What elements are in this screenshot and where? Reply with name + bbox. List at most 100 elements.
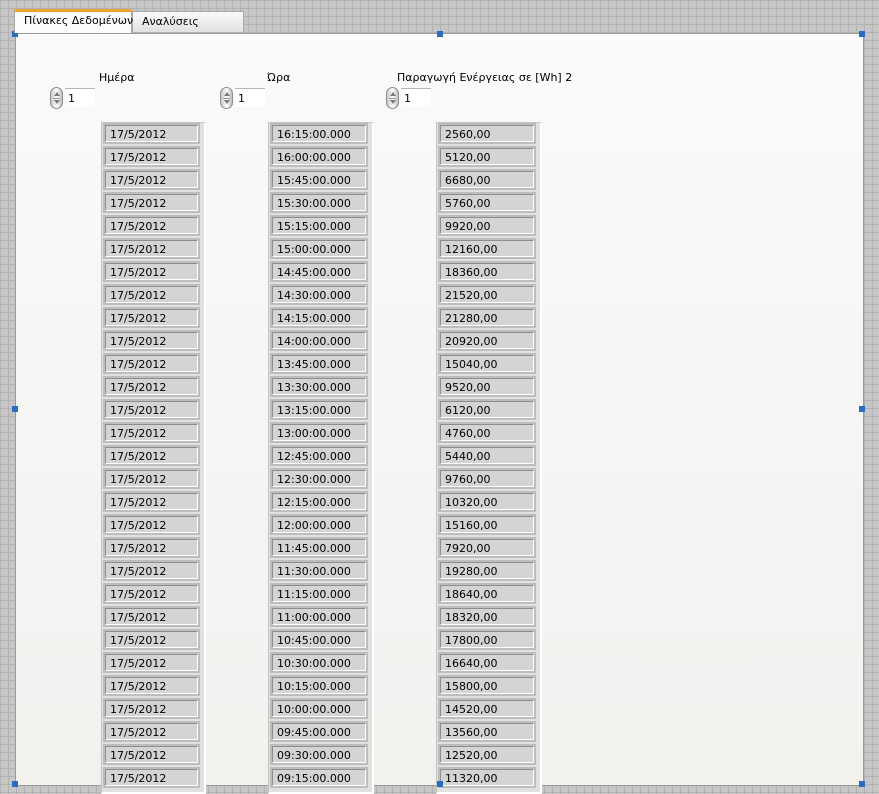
array-cell[interactable]: 14:30:00.000 — [272, 286, 366, 303]
array-cell[interactable]: 17/5/2012 — [105, 470, 198, 487]
array-cell[interactable]: 17/5/2012 — [105, 516, 198, 533]
array-cell[interactable]: 13560,00 — [440, 723, 534, 740]
array-cell[interactable]: 17/5/2012 — [105, 631, 198, 648]
resize-handle[interactable] — [859, 781, 865, 787]
array-cell[interactable]: 5120,00 — [440, 148, 534, 165]
array-cell[interactable]: 5440,00 — [440, 447, 534, 464]
array-cell[interactable]: 14:45:00.000 — [272, 263, 366, 280]
resize-handle[interactable] — [12, 406, 18, 412]
array-cell[interactable]: 17/5/2012 — [105, 355, 198, 372]
array-cell[interactable]: 7920,00 — [440, 539, 534, 556]
array-cell[interactable]: 13:15:00.000 — [272, 401, 366, 418]
array-cell[interactable]: 9920,00 — [440, 217, 534, 234]
array-cell[interactable]: 17/5/2012 — [105, 148, 198, 165]
tab-data-tables[interactable]: Πίνακες Δεδομένων — [14, 9, 133, 33]
array-cell[interactable]: 17/5/2012 — [105, 401, 198, 418]
resize-handle[interactable] — [437, 31, 443, 37]
array-cell[interactable]: 09:15:00.000 — [272, 769, 366, 786]
array-cell[interactable]: 12:15:00.000 — [272, 493, 366, 510]
array-cell[interactable]: 10:45:00.000 — [272, 631, 366, 648]
array-cell[interactable]: 09:30:00.000 — [272, 746, 366, 763]
array-cell[interactable]: 15:15:00.000 — [272, 217, 366, 234]
array-cell[interactable]: 17800,00 — [440, 631, 534, 648]
array-cell[interactable]: 15800,00 — [440, 677, 534, 694]
array-cell[interactable]: 11320,00 — [440, 769, 534, 786]
day-index-spinner[interactable] — [50, 87, 63, 109]
array-cell[interactable]: 12:45:00.000 — [272, 447, 366, 464]
array-cell[interactable]: 11:45:00.000 — [272, 539, 366, 556]
array-cell[interactable]: 18640,00 — [440, 585, 534, 602]
array-cell[interactable]: 4760,00 — [440, 424, 534, 441]
array-cell[interactable]: 18320,00 — [440, 608, 534, 625]
array-cell[interactable]: 17/5/2012 — [105, 677, 198, 694]
array-cell[interactable]: 17/5/2012 — [105, 539, 198, 556]
array-cell[interactable]: 17/5/2012 — [105, 125, 198, 142]
array-cell[interactable]: 15:00:00.000 — [272, 240, 366, 257]
time-index-spinner[interactable] — [220, 87, 233, 109]
array-cell[interactable]: 13:00:00.000 — [272, 424, 366, 441]
array-cell[interactable]: 11:00:00.000 — [272, 608, 366, 625]
array-cell[interactable]: 18360,00 — [440, 263, 534, 280]
array-cell[interactable]: 17/5/2012 — [105, 240, 198, 257]
array-cell[interactable]: 17/5/2012 — [105, 700, 198, 717]
energy-index-field[interactable]: 1 — [401, 88, 431, 107]
array-cell[interactable]: 17/5/2012 — [105, 424, 198, 441]
array-cell[interactable]: 17/5/2012 — [105, 608, 198, 625]
array-cell[interactable]: 16:15:00.000 — [272, 125, 366, 142]
array-cell[interactable]: 17/5/2012 — [105, 378, 198, 395]
array-cell[interactable]: 17/5/2012 — [105, 194, 198, 211]
spin-up-icon[interactable] — [54, 92, 60, 96]
array-cell[interactable]: 21520,00 — [440, 286, 534, 303]
array-cell[interactable]: 14:15:00.000 — [272, 309, 366, 326]
array-cell[interactable]: 17/5/2012 — [105, 217, 198, 234]
array-cell[interactable]: 17/5/2012 — [105, 562, 198, 579]
array-cell[interactable]: 15:45:00.000 — [272, 171, 366, 188]
array-cell[interactable]: 17/5/2012 — [105, 769, 198, 786]
array-cell[interactable]: 11:15:00.000 — [272, 585, 366, 602]
array-cell[interactable]: 9520,00 — [440, 378, 534, 395]
spin-down-icon[interactable] — [224, 100, 230, 104]
array-cell[interactable]: 12:00:00.000 — [272, 516, 366, 533]
array-cell[interactable]: 6680,00 — [440, 171, 534, 188]
array-cell[interactable]: 17/5/2012 — [105, 447, 198, 464]
time-index-field[interactable]: 1 — [235, 88, 265, 107]
array-cell[interactable]: 17/5/2012 — [105, 746, 198, 763]
array-cell[interactable]: 10:30:00.000 — [272, 654, 366, 671]
array-cell[interactable]: 17/5/2012 — [105, 286, 198, 303]
array-cell[interactable]: 12520,00 — [440, 746, 534, 763]
array-cell[interactable]: 17/5/2012 — [105, 493, 198, 510]
array-cell[interactable]: 13:30:00.000 — [272, 378, 366, 395]
array-cell[interactable]: 15160,00 — [440, 516, 534, 533]
array-cell[interactable]: 10320,00 — [440, 493, 534, 510]
array-cell[interactable]: 20920,00 — [440, 332, 534, 349]
array-cell[interactable]: 17/5/2012 — [105, 171, 198, 188]
array-cell[interactable]: 11:30:00.000 — [272, 562, 366, 579]
array-cell[interactable]: 17/5/2012 — [105, 723, 198, 740]
array-cell[interactable]: 2560,00 — [440, 125, 534, 142]
array-cell[interactable]: 6120,00 — [440, 401, 534, 418]
array-cell[interactable]: 5760,00 — [440, 194, 534, 211]
spin-down-icon[interactable] — [54, 100, 60, 104]
resize-handle[interactable] — [12, 781, 18, 787]
array-cell[interactable]: 14:00:00.000 — [272, 332, 366, 349]
array-cell[interactable]: 15:30:00.000 — [272, 194, 366, 211]
array-cell[interactable]: 13:45:00.000 — [272, 355, 366, 372]
resize-handle[interactable] — [859, 406, 865, 412]
day-index-field[interactable]: 1 — [65, 88, 95, 107]
array-cell[interactable]: 17/5/2012 — [105, 654, 198, 671]
array-cell[interactable]: 17/5/2012 — [105, 309, 198, 326]
array-cell[interactable]: 19280,00 — [440, 562, 534, 579]
array-cell[interactable]: 21280,00 — [440, 309, 534, 326]
array-cell[interactable]: 16640,00 — [440, 654, 534, 671]
array-cell[interactable]: 12:30:00.000 — [272, 470, 366, 487]
energy-index-spinner[interactable] — [386, 87, 399, 109]
spin-up-icon[interactable] — [390, 92, 396, 96]
array-cell[interactable]: 15040,00 — [440, 355, 534, 372]
array-cell[interactable]: 09:45:00.000 — [272, 723, 366, 740]
array-cell[interactable]: 14520,00 — [440, 700, 534, 717]
array-cell[interactable]: 10:15:00.000 — [272, 677, 366, 694]
array-cell[interactable]: 9760,00 — [440, 470, 534, 487]
resize-handle[interactable] — [437, 781, 443, 787]
spin-up-icon[interactable] — [224, 92, 230, 96]
tab-analyses[interactable]: Αναλύσεις — [132, 11, 244, 32]
